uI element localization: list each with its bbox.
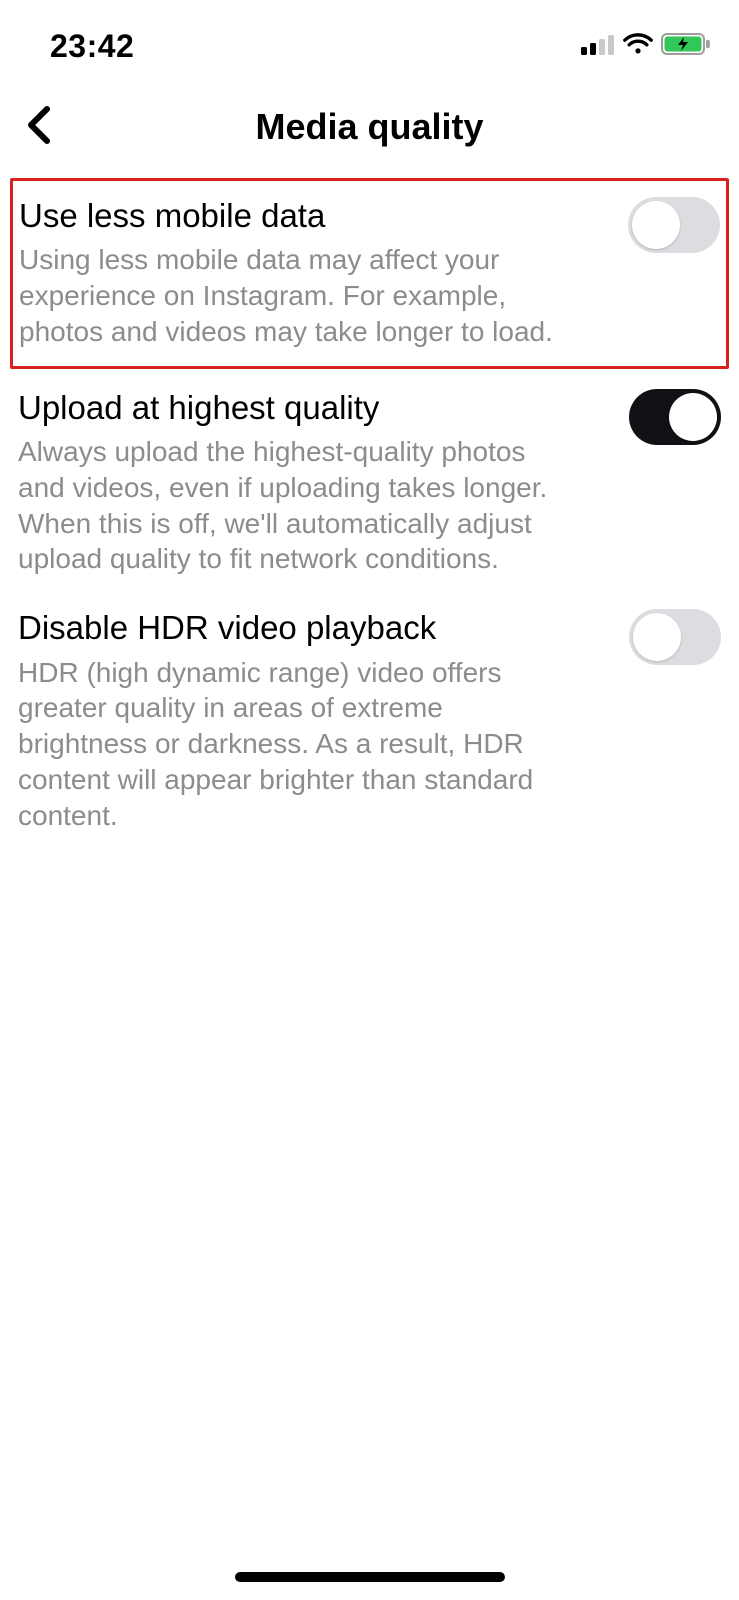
settings-list: Use less mobile data Using less mobile d… (0, 170, 739, 850)
setting-title: Use less mobile data (19, 195, 608, 236)
toggle-knob (633, 613, 681, 661)
wifi-icon (623, 33, 653, 60)
status-icons (581, 32, 711, 61)
status-time: 23:42 (50, 28, 134, 65)
setting-use-less-mobile-data: Use less mobile data Using less mobile d… (10, 178, 729, 369)
battery-charging-icon (661, 32, 711, 61)
status-bar: 23:42 (0, 0, 739, 70)
chevron-left-icon (25, 105, 51, 150)
home-indicator[interactable] (235, 1572, 505, 1582)
setting-title: Upload at highest quality (18, 387, 609, 428)
setting-disable-hdr-video-playback: Disable HDR video playback HDR (high dyn… (10, 593, 729, 849)
setting-upload-at-highest-quality: Upload at highest quality Always upload … (10, 373, 729, 594)
toggle-upload-at-highest-quality[interactable] (629, 389, 721, 445)
nav-header: Media quality (0, 84, 739, 170)
setting-description: Using less mobile data may affect your e… (19, 242, 559, 349)
setting-description: Always upload the highest-quality photos… (18, 434, 558, 577)
toggle-knob (669, 393, 717, 441)
page-title: Media quality (255, 106, 483, 148)
setting-text: Disable HDR video playback HDR (high dyn… (18, 607, 609, 833)
setting-description: HDR (high dynamic range) video offers gr… (18, 655, 558, 834)
toggle-knob (632, 201, 680, 249)
cellular-icon (581, 33, 615, 60)
toggle-use-less-mobile-data[interactable] (628, 197, 720, 253)
setting-text: Upload at highest quality Always upload … (18, 387, 609, 578)
setting-text: Use less mobile data Using less mobile d… (19, 195, 608, 350)
toggle-disable-hdr-video-playback[interactable] (629, 609, 721, 665)
setting-title: Disable HDR video playback (18, 607, 609, 648)
back-button[interactable] (14, 103, 62, 151)
